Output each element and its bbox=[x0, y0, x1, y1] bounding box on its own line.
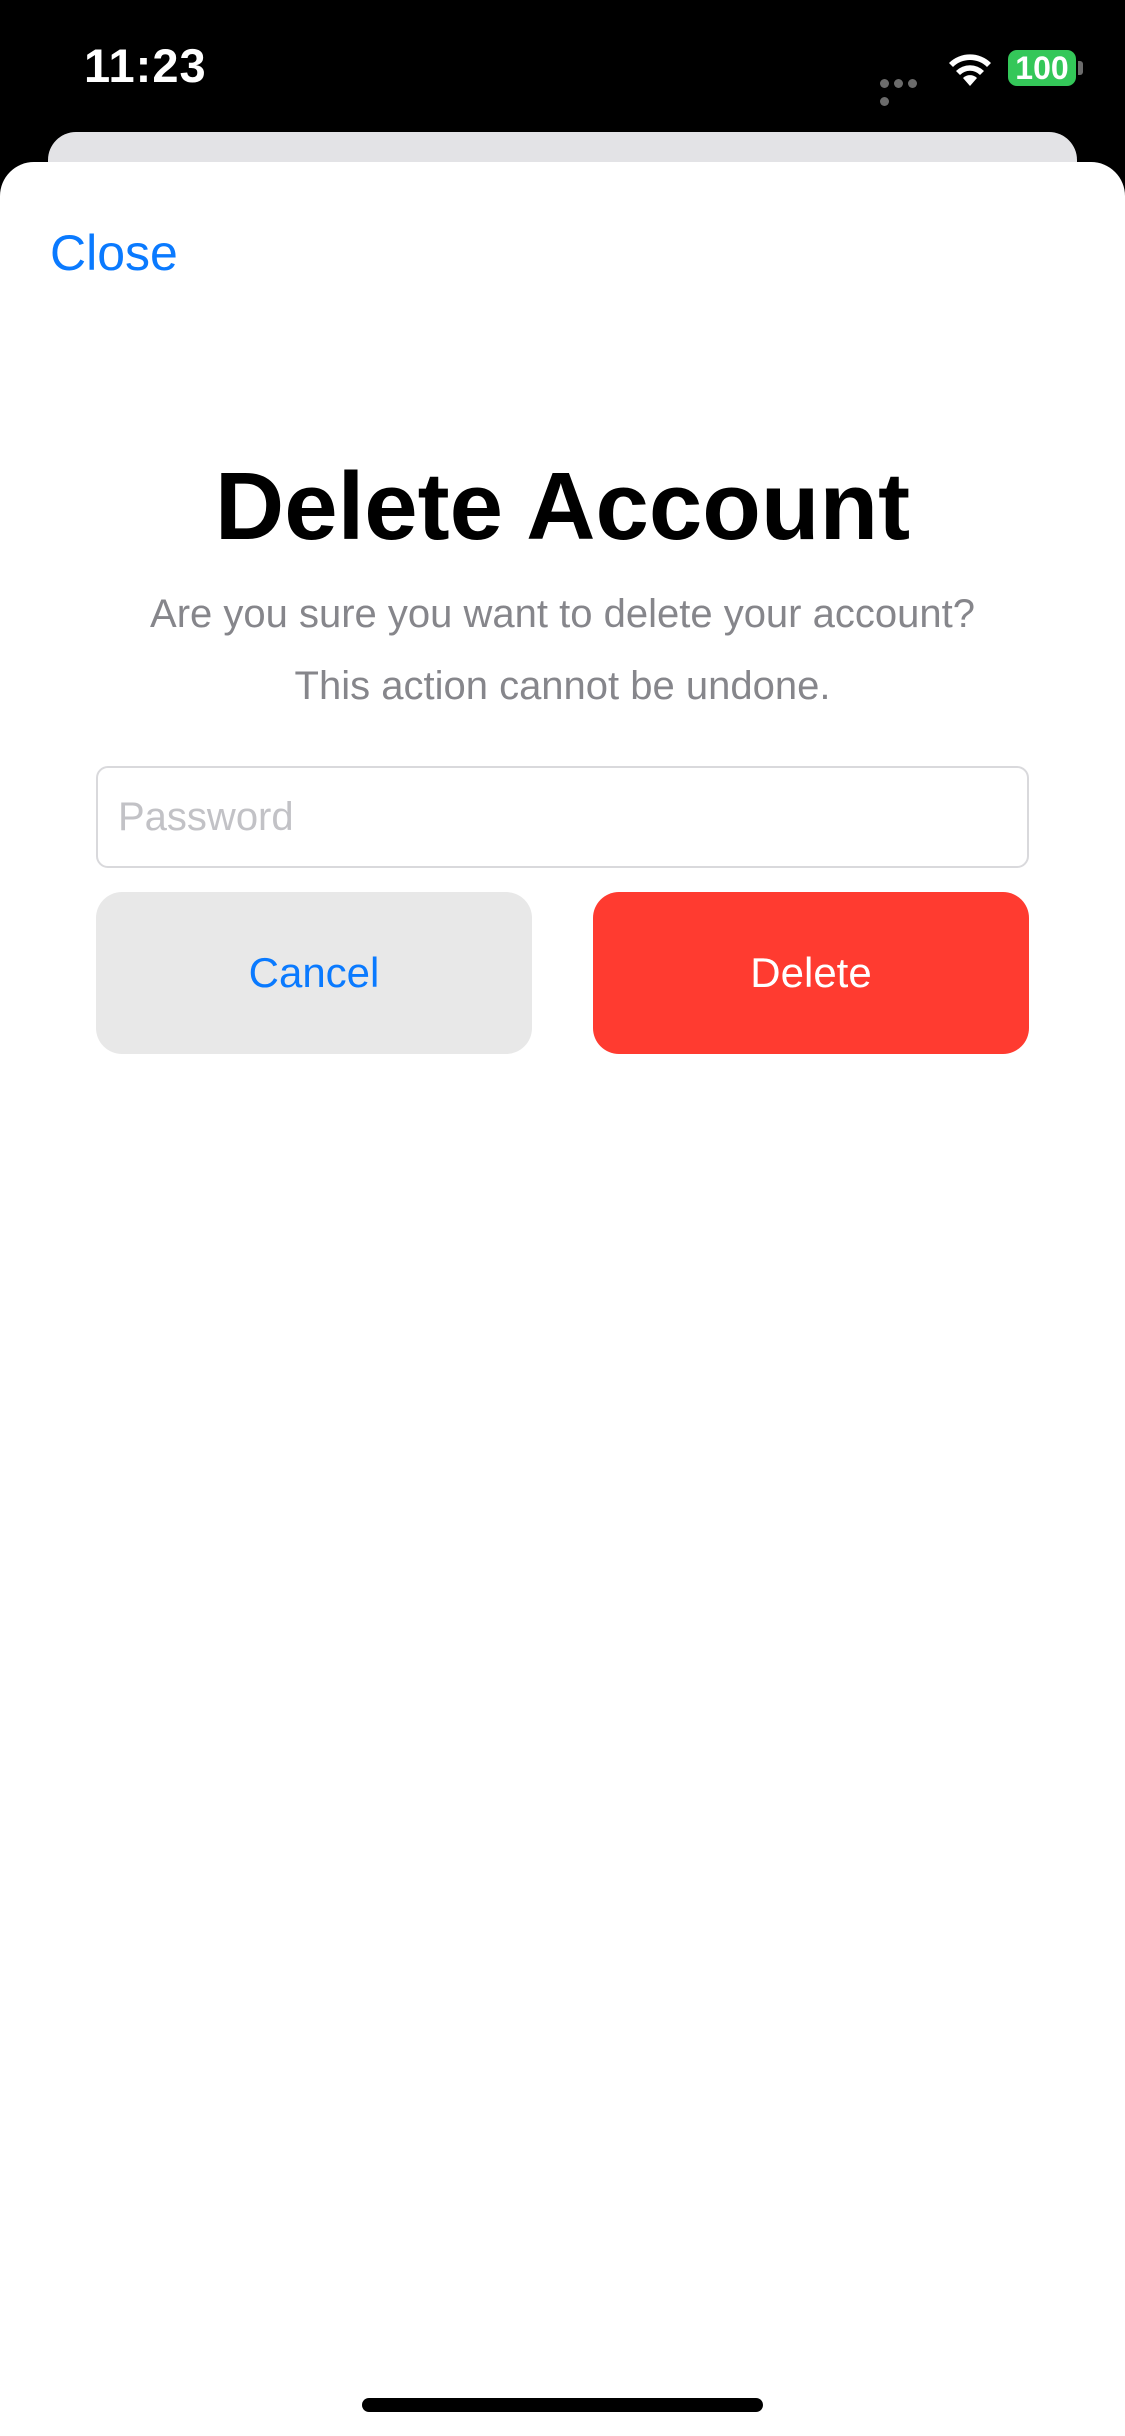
cellular-signal-icon bbox=[880, 75, 934, 106]
warning-message-line1: Are you sure you want to delete your acc… bbox=[150, 592, 975, 636]
status-bar: 11:23 100 bbox=[0, 0, 1125, 135]
cancel-button[interactable]: Cancel bbox=[96, 892, 532, 1054]
wifi-icon bbox=[949, 54, 991, 86]
battery-icon: 100 bbox=[1008, 50, 1076, 86]
delete-button[interactable]: Delete bbox=[593, 892, 1029, 1054]
page-title: Delete Account bbox=[214, 453, 911, 560]
screen: 11:23 100 Close Delete Account Are you s… bbox=[0, 0, 1125, 2436]
battery-level: 100 bbox=[1015, 50, 1069, 86]
home-indicator[interactable] bbox=[362, 2398, 763, 2412]
close-button[interactable]: Close bbox=[50, 224, 178, 282]
warning-message-line2: This action cannot be undone. bbox=[294, 664, 831, 708]
password-field[interactable] bbox=[96, 766, 1029, 868]
delete-account-sheet: Close Delete Account Are you sure you wa… bbox=[0, 162, 1125, 2436]
status-time: 11:23 bbox=[84, 39, 207, 92]
battery-cap bbox=[1078, 61, 1083, 75]
